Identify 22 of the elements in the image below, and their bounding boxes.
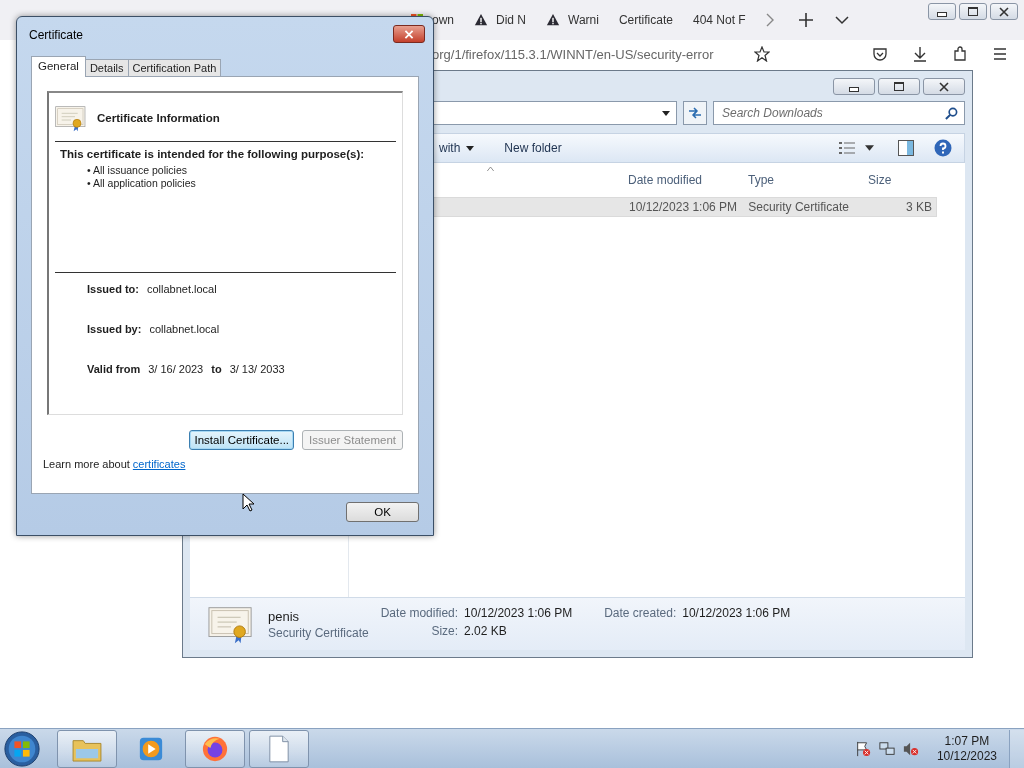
- field-label: Valid from: [87, 363, 141, 375]
- field-value: 3/ 16/ 2023: [148, 363, 204, 375]
- field-label: to: [211, 363, 222, 375]
- detail-label: Size:: [430, 624, 459, 638]
- detail-value: 2.02 KB: [464, 624, 508, 638]
- detail-label: Date modified:: [380, 606, 459, 620]
- window-title: Certificate: [28, 28, 84, 42]
- field-label: Issued by:: [87, 323, 142, 335]
- detail-value: 10/12/2023 1:06 PM: [464, 606, 573, 620]
- purpose-item: • All issuance policies: [86, 164, 188, 177]
- field-value: collabnet.local: [146, 283, 217, 295]
- field-value: collabnet.local: [149, 323, 220, 335]
- detail-label: Date created:: [604, 606, 677, 620]
- file-type: Security Certificate: [268, 625, 369, 640]
- file-name: penis: [268, 608, 301, 624]
- purpose-item: • All application policies: [86, 177, 197, 190]
- section-heading: Certificate Information: [97, 112, 220, 124]
- field-value: 3/ 13/ 2033: [229, 363, 285, 375]
- field-label: Issued to:: [87, 283, 139, 295]
- detail-value: 10/12/2023 1:06 PM: [682, 606, 791, 620]
- purpose-heading: This certificate is intended for the following purpose(s):: [59, 148, 366, 160]
- help-text: Learn more about: [43, 458, 130, 470]
